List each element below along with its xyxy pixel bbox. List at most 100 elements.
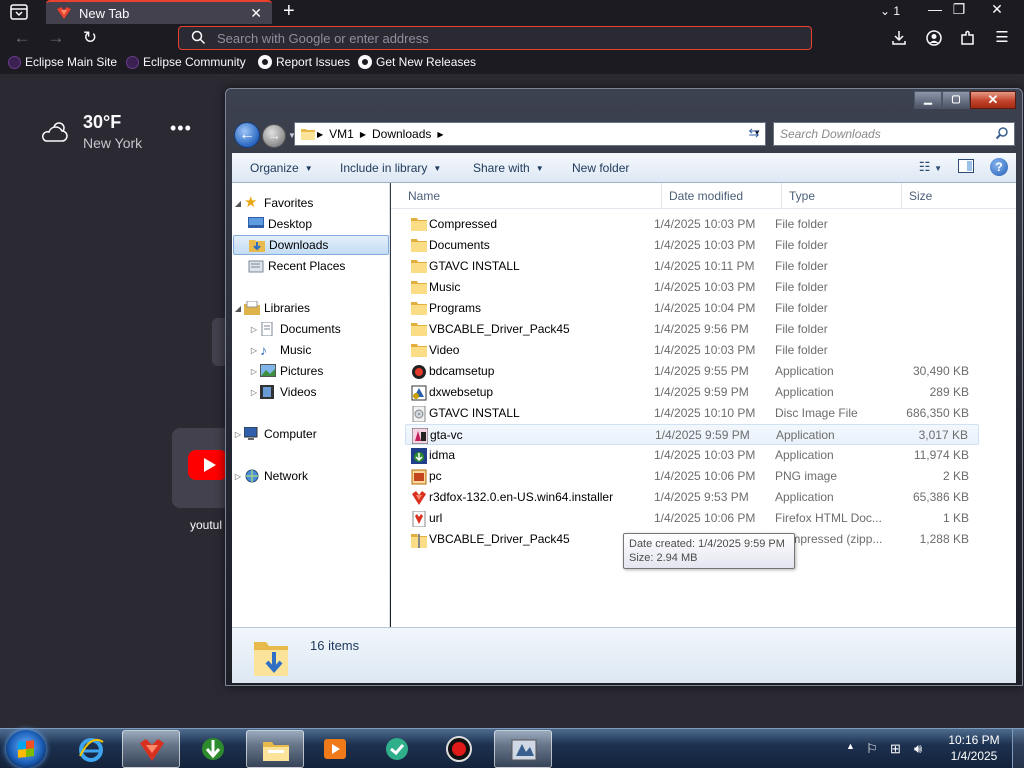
r3dfox-icon[interactable] [122, 730, 180, 768]
search-box[interactable] [773, 122, 1015, 146]
tree-favorites[interactable]: ◢ ★ Favorites [232, 193, 388, 213]
chevron-right-icon[interactable]: ▶ [317, 130, 323, 139]
address-bar[interactable] [178, 26, 812, 50]
tree-desktop[interactable]: Desktop [232, 214, 388, 234]
preview-pane-icon[interactable] [958, 158, 974, 176]
new-folder-button[interactable]: New folder [572, 161, 629, 175]
account-icon[interactable] [923, 28, 945, 48]
refresh-icon[interactable]: ⇆ [744, 125, 764, 143]
include-in-library-button[interactable]: Include in library ▼ [340, 161, 441, 175]
expand-arrow-icon[interactable]: ◢ [232, 304, 244, 313]
internet-explorer-icon[interactable] [62, 730, 120, 768]
weather-menu-icon[interactable]: ••• [170, 118, 192, 139]
expand-arrow-icon[interactable]: ▷ [232, 472, 244, 481]
extensions-icon[interactable] [957, 28, 979, 48]
file-row[interactable]: Programs 1/4/2025 10:04 PM File folder [405, 298, 979, 319]
tree-recent-places[interactable]: Recent Places [232, 256, 388, 276]
search-input[interactable] [780, 126, 980, 142]
forward-arrow-icon[interactable]: → [262, 124, 286, 148]
column-name[interactable]: Name [408, 189, 440, 203]
bookmark-eclipse-main-site[interactable]: Eclipse Main Site [8, 55, 117, 69]
download-icon[interactable] [888, 28, 910, 48]
restore-button[interactable]: ❐ [944, 1, 974, 18]
column-type[interactable]: Type [789, 189, 815, 203]
maximize-button[interactable]: ▢ [942, 91, 970, 109]
file-row[interactable]: gta-vc 1/4/2025 9:59 PM Application 3,017 K… [405, 424, 979, 445]
volume-icon[interactable]: 🔊︎ [914, 741, 922, 757]
back-arrow-icon[interactable]: ← [11, 28, 33, 48]
tree-downloads[interactable]: Downloads [233, 235, 389, 255]
file-row[interactable]: GTAVC INSTALL 1/4/2025 10:10 PM Disc Image… [405, 403, 979, 424]
app-window-icon[interactable] [494, 730, 552, 768]
column-size[interactable]: Size [909, 189, 932, 203]
tree-network[interactable]: ▷ Network [232, 466, 388, 486]
chevron-right-icon[interactable]: ▶ [360, 130, 366, 139]
idm-icon[interactable] [184, 730, 242, 768]
tree-pictures[interactable]: ▷ Pictures [232, 361, 388, 381]
file-row[interactable]: idma 1/4/2025 10:03 PM Application 11,974 K… [405, 445, 979, 466]
close-icon[interactable]: ✕ [250, 5, 262, 22]
reload-icon[interactable]: ↻ [79, 28, 101, 48]
expand-arrow-icon[interactable]: ▷ [232, 430, 244, 439]
expand-arrow-icon[interactable]: ▷ [248, 367, 260, 376]
record-icon[interactable] [430, 730, 488, 768]
expand-arrow-icon[interactable]: ▷ [248, 325, 260, 334]
tab-list-icon[interactable] [10, 4, 28, 20]
file-explorer-icon[interactable] [246, 730, 304, 768]
network-tray-icon[interactable]: ⊞ [890, 741, 901, 757]
forward-arrow-icon[interactable]: → [45, 28, 67, 48]
media-player-icon[interactable] [306, 730, 364, 768]
file-row[interactable]: dxwebsetup 1/4/2025 9:59 PM Application 289… [405, 382, 979, 403]
show-hidden-icons-icon[interactable]: ▲ [846, 741, 855, 751]
column-divider[interactable] [781, 183, 782, 209]
file-row[interactable]: r3dfox-132.0.en-US.win64.installer 1/4/20… [405, 487, 979, 508]
bookmark-report-issues[interactable]: Report Issues [258, 55, 350, 69]
url-input[interactable] [217, 30, 777, 47]
tree-videos[interactable]: ▷ Videos [232, 382, 388, 402]
tree-libraries[interactable]: ◢ Libraries [232, 298, 388, 318]
action-center-icon[interactable]: ⚐ [866, 741, 878, 757]
breadcrumb[interactable]: ▶ VM1 ▶ Downloads ▶ ▼ [294, 122, 766, 146]
shortcut-youtube[interactable] [172, 428, 232, 508]
expand-arrow-icon[interactable]: ▷ [248, 346, 260, 355]
tree-music[interactable]: ▷ ♪ Music [232, 340, 388, 360]
file-row[interactable]: Compressed 1/4/2025 10:03 PM File folder [405, 214, 979, 235]
bookmark-eclipse-community[interactable]: Eclipse Community [126, 55, 246, 69]
active-tab[interactable]: New Tab ✕ [46, 0, 272, 24]
expand-arrow-icon[interactable]: ▷ [248, 388, 260, 397]
expand-arrow-icon[interactable]: ◢ [232, 199, 244, 208]
clock-date[interactable]: 1/4/2025 [944, 749, 1004, 763]
tree-computer[interactable]: ▷ Computer [232, 424, 388, 444]
file-row[interactable]: Documents 1/4/2025 10:03 PM File folder [405, 235, 979, 256]
tab-count[interactable]: ⌄ 1 [880, 4, 900, 18]
breadcrumb-downloads[interactable]: Downloads [372, 127, 431, 141]
breadcrumb-vm1[interactable]: VM1 [329, 127, 354, 141]
change-view-icon[interactable]: ☷ ▼ [919, 159, 942, 175]
messenger-icon[interactable] [368, 730, 426, 768]
clock-time[interactable]: 10:16 PM [944, 733, 1004, 747]
plus-icon[interactable]: + [283, 0, 295, 23]
file-row[interactable]: pc 1/4/2025 10:06 PM PNG image 2 KB [405, 466, 979, 487]
file-row[interactable]: Video 1/4/2025 10:03 PM File folder [405, 340, 979, 361]
column-divider[interactable] [661, 183, 662, 209]
file-row[interactable]: url 1/4/2025 10:06 PM Firefox HTML Doc... 1… [405, 508, 979, 529]
minimize-button[interactable]: ▁ [914, 91, 942, 109]
file-row[interactable]: bdcamsetup 1/4/2025 9:55 PM Application 30,… [405, 361, 979, 382]
column-date-modified[interactable]: Date modified [669, 189, 743, 203]
tree-documents[interactable]: ▷ Documents [232, 319, 388, 339]
help-icon[interactable]: ? [990, 158, 1008, 176]
organize-button[interactable]: Organize ▼ [250, 161, 313, 175]
file-row[interactable]: GTAVC INSTALL 1/4/2025 10:11 PM File folde… [405, 256, 979, 277]
back-arrow-icon[interactable]: ← [234, 122, 260, 148]
start-button[interactable] [6, 730, 46, 768]
close-window-button[interactable]: ✕ [982, 1, 1012, 18]
chevron-right-icon[interactable]: ▶ [437, 130, 443, 139]
file-row[interactable]: Music 1/4/2025 10:03 PM File folder [405, 277, 979, 298]
menu-icon[interactable]: ☰ [991, 28, 1013, 48]
bookmark-get-new-releases[interactable]: Get New Releases [358, 55, 476, 69]
close-button[interactable]: ✕ [970, 91, 1016, 109]
file-row[interactable]: VBCABLE_Driver_Pack45 1/4/2025 9:56 PM Fil… [405, 319, 979, 340]
column-divider[interactable] [901, 183, 902, 209]
share-with-button[interactable]: Share with ▼ [473, 161, 544, 175]
show-desktop-button[interactable] [1012, 729, 1024, 768]
